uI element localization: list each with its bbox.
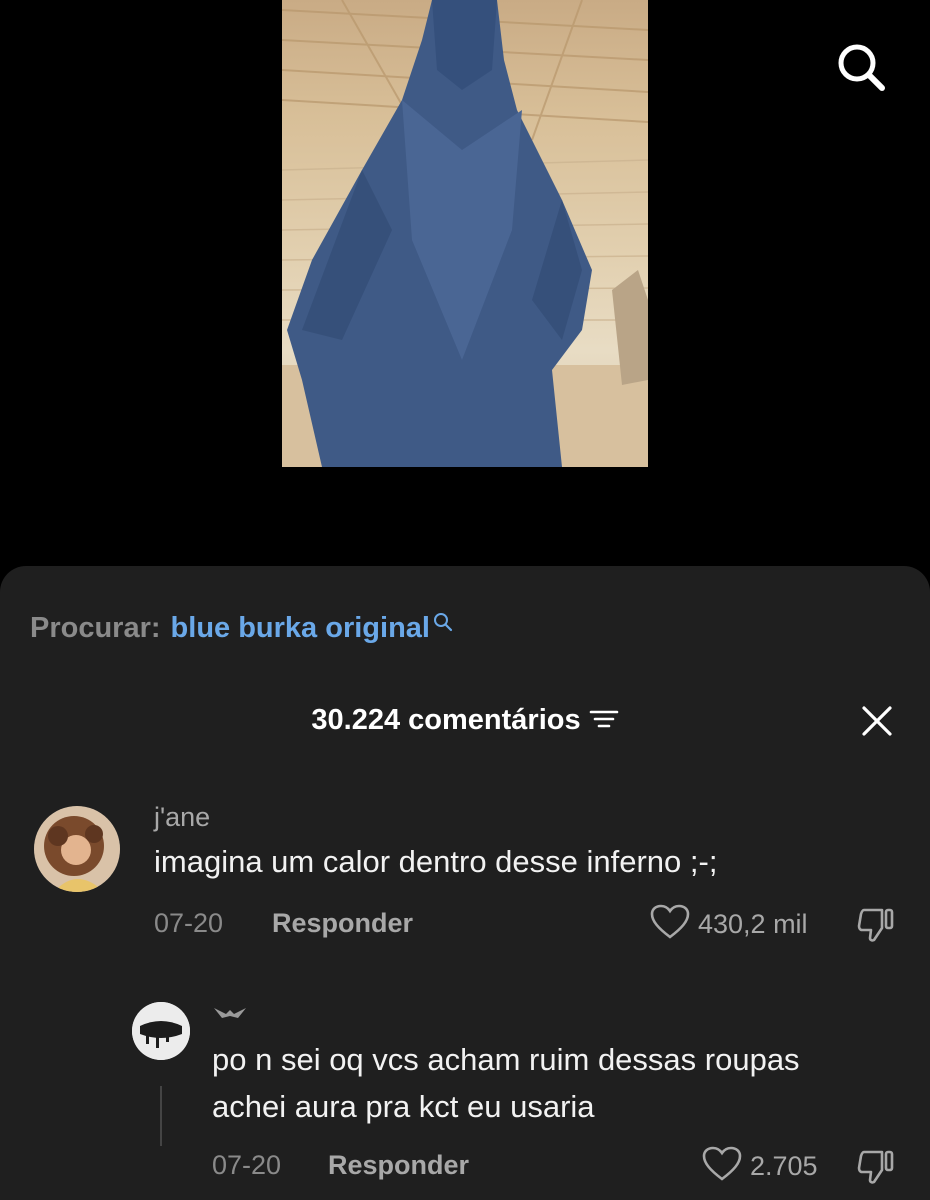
thumbs-down-icon xyxy=(856,1150,896,1190)
comments-sheet: Procurar: blue burka original 30.224 com… xyxy=(0,566,930,1200)
like-count: 430,2 mil xyxy=(698,909,808,939)
reply-username-icon[interactable] xyxy=(212,1000,248,1031)
heart-icon xyxy=(650,904,690,945)
dislike-button[interactable] xyxy=(856,906,896,949)
like-button[interactable]: 430,2 mil xyxy=(650,904,808,945)
video-player[interactable] xyxy=(0,0,930,570)
video-frame[interactable] xyxy=(282,0,648,467)
reply-like-button[interactable]: 2.705 xyxy=(702,1146,818,1187)
reply-button[interactable]: Responder xyxy=(272,908,413,939)
filter-icon[interactable] xyxy=(589,706,619,739)
comments-header: 30.224 comentários xyxy=(0,702,930,739)
reply-like-count: 2.705 xyxy=(750,1151,818,1181)
thumbs-down-icon xyxy=(856,908,896,948)
thread-line xyxy=(160,1086,162,1146)
comments-count: 30.224 comentários xyxy=(311,704,581,736)
reply-avatar[interactable] xyxy=(132,1002,190,1060)
close-button[interactable] xyxy=(858,702,896,740)
related-search-query[interactable]: blue burka original xyxy=(171,612,430,645)
comment-username[interactable]: j'ane xyxy=(154,802,210,833)
search-button[interactable] xyxy=(832,40,890,98)
close-icon xyxy=(858,706,896,744)
reply-date: 07-20 xyxy=(212,1150,282,1180)
reply-text: po n sei oq vcs acham ruim dessas roupas… xyxy=(212,1042,800,1124)
related-search-label: Procurar: xyxy=(30,612,161,644)
heart-icon xyxy=(702,1146,742,1187)
mini-search-icon xyxy=(432,608,454,641)
search-icon xyxy=(834,40,888,99)
reply-dislike-button[interactable] xyxy=(856,1148,896,1191)
related-search-bar[interactable]: Procurar: blue burka original xyxy=(30,612,454,645)
comment-text: imagina um calor dentro desse inferno ;-… xyxy=(154,844,718,879)
video-scene xyxy=(282,0,648,467)
avatar[interactable] xyxy=(34,806,120,892)
comment-date: 07-20 xyxy=(154,908,224,938)
reply-reply-button[interactable]: Responder xyxy=(328,1150,469,1181)
